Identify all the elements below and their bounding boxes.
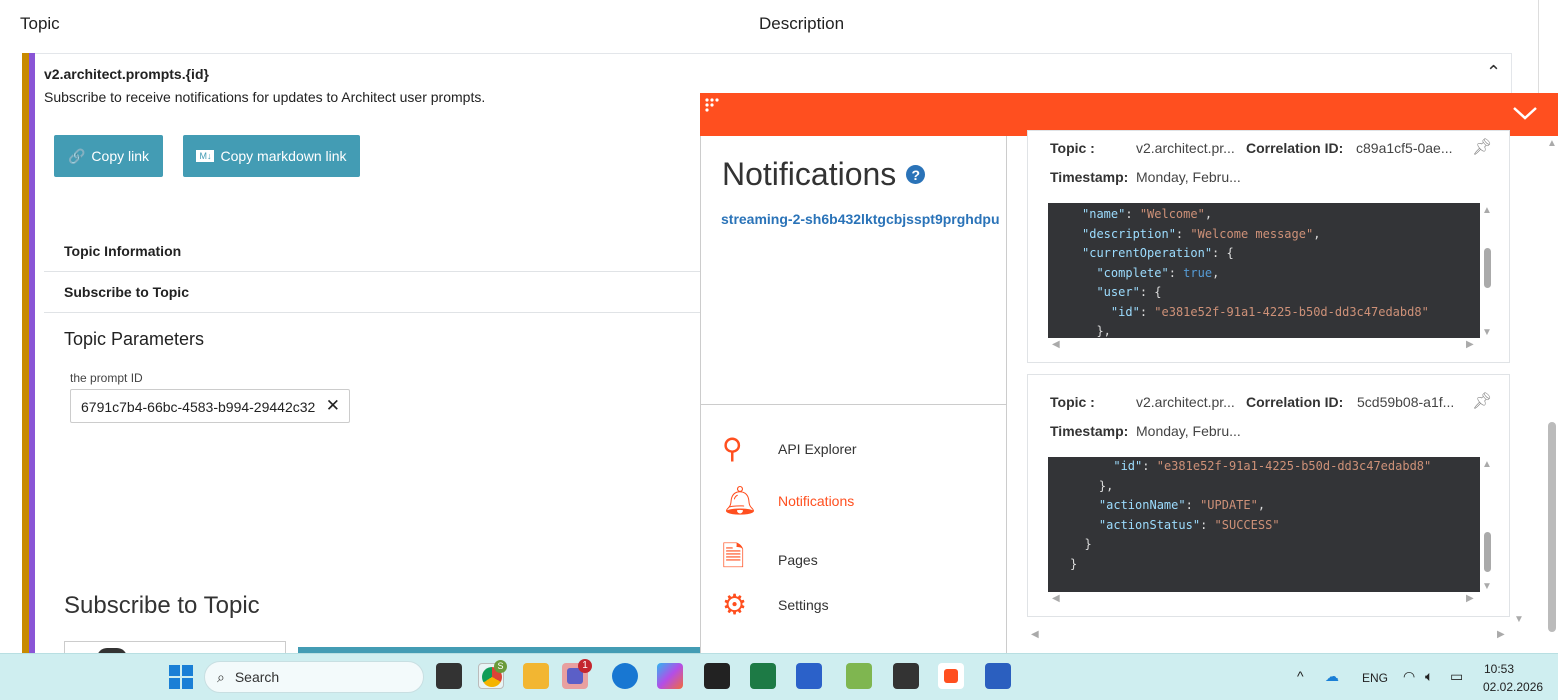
collapse-panel-icon[interactable] [1512, 105, 1538, 126]
list-scroll-right-icon[interactable]: ▶ [1497, 629, 1505, 640]
section-topic-information[interactable]: Topic Information [44, 231, 704, 272]
clear-icon[interactable]: ✕ [326, 396, 340, 416]
onedrive-icon[interactable]: ☁ [1325, 668, 1339, 685]
panel-title: Notifications [722, 156, 897, 192]
subscribe-title: Subscribe to Topic [64, 592, 260, 619]
accent-bar [22, 53, 29, 653]
chrome-icon[interactable]: S [478, 660, 507, 689]
pages-icon: 🗎 [722, 541, 745, 572]
volume-icon[interactable]: 🔈︎ [1425, 668, 1433, 685]
nav-api-explorer[interactable]: ⚲ API Explorer [722, 432, 857, 465]
copy-link-button[interactable]: 🔗 Copy link [54, 135, 163, 177]
timestamp-value: Monday, Febru... [1136, 423, 1241, 439]
json-viewer[interactable]: "id": "e381e52f-91a1-4225-b50d-dd3c47eda… [1048, 457, 1480, 592]
paint-icon[interactable] [846, 663, 872, 689]
section-subscribe-to-topic[interactable]: Subscribe to Topic [44, 272, 704, 313]
column-header-topic: Topic [20, 14, 60, 33]
scroll-left-icon[interactable]: ◀ [1052, 339, 1060, 350]
topic-label: Topic : [1050, 394, 1095, 410]
nav-notifications[interactable]: 🔔︎ Notifications [722, 484, 854, 517]
markdown-icon: M↓ [196, 150, 215, 162]
correlation-label: Correlation ID: [1246, 394, 1344, 410]
topic-value: v2.architect.pr... [1136, 140, 1235, 156]
scroll-left-icon[interactable]: ◀ [1052, 593, 1060, 604]
wifi-icon[interactable]: ◠ [1403, 668, 1415, 685]
m365-icon[interactable] [657, 663, 683, 689]
file-explorer-icon[interactable] [523, 663, 549, 689]
gear-icon: ⚙ [722, 589, 748, 620]
clock-date[interactable]: 02.02.2026 [1483, 680, 1543, 694]
topic-label: Topic : [1050, 140, 1095, 156]
link-icon: 🔗 [67, 147, 86, 164]
scroll-right-icon[interactable]: ▶ [1466, 339, 1474, 350]
prompt-id-input[interactable]: 6791c7b4-66bc-4583-b994-29442c32 ✕ [70, 389, 350, 423]
remote-desktop-icon[interactable] [985, 663, 1011, 689]
battery-icon[interactable]: ▭ [1450, 668, 1463, 685]
help-icon[interactable]: ? [906, 165, 926, 184]
timestamp-value: Monday, Febru... [1136, 169, 1241, 185]
tray-overflow-icon[interactable]: ^ [1297, 668, 1304, 684]
correlation-value: 5cd59b08-a1f... [1357, 394, 1455, 410]
api-explorer-icon: ⚲ [722, 433, 743, 464]
scroll-right-icon[interactable]: ▶ [1466, 593, 1474, 604]
task-view-icon[interactable] [436, 663, 462, 689]
terminal-icon[interactable] [893, 663, 919, 689]
topic-parameters-title: Topic Parameters [64, 329, 205, 349]
nav-settings[interactable]: ⚙ Settings [722, 588, 829, 621]
param-label: the prompt ID [70, 371, 143, 385]
list-scroll-down-icon[interactable]: ▼ [1514, 614, 1524, 625]
topic-name: v2.architect.prompts.{id} [44, 66, 209, 82]
json-viewer[interactable]: "name": "Welcome", "description": "Welco… [1048, 203, 1480, 338]
taskbar-search[interactable]: ⌕ Search [204, 661, 424, 693]
code-scrollbar[interactable]: ▲ ▼ [1482, 457, 1494, 592]
teams-badge: 1 [578, 659, 592, 673]
correlation-label: Correlation ID: [1246, 140, 1344, 156]
divider [701, 404, 1006, 405]
page-scroll-up-icon[interactable]: ▲ [1547, 138, 1557, 149]
nav-pages[interactable]: 🗎 Pages [722, 536, 818, 584]
timestamp-label: Timestamp: [1050, 169, 1129, 185]
page-scrollbar-thumb[interactable] [1548, 422, 1556, 632]
channel-id: streaming-2-sh6b432lktgcbjsspt9prghdpu [721, 211, 1000, 227]
genesys-app-icon[interactable] [938, 663, 964, 689]
list-scroll-left-icon[interactable]: ◀ [1031, 629, 1039, 640]
notification-card: Topic : v2.architect.pr... Correlation I… [1027, 374, 1510, 617]
sticky-notes-icon[interactable] [704, 663, 730, 689]
genesys-logo-icon [705, 98, 721, 114]
timestamp-label: Timestamp: [1050, 423, 1129, 439]
teams-icon[interactable]: 1 [562, 659, 592, 689]
clock-time[interactable]: 10:53 [1484, 662, 1514, 676]
windows-start-icon[interactable] [168, 664, 194, 690]
page-scrollbar-track [1538, 0, 1539, 93]
topic-description: Subscribe to receive notifications for u… [44, 89, 486, 105]
code-scrollbar[interactable]: ▲ ▼ [1482, 203, 1494, 338]
notification-card: Topic : v2.architect.pr... Correlation I… [1027, 130, 1510, 363]
topic-value: v2.architect.pr... [1136, 394, 1235, 410]
collapse-chevron-icon[interactable]: ⌃ [1486, 62, 1501, 83]
search-icon: ⌕ [217, 668, 225, 685]
copy-markdown-link-button[interactable]: M↓ Copy markdown link [183, 135, 360, 177]
outlook-icon[interactable] [612, 663, 638, 689]
pin-icon[interactable]: 📌︎ [1472, 391, 1492, 411]
column-header-description: Description [759, 14, 845, 33]
correlation-value: c89a1cf5-0ae... [1356, 140, 1453, 156]
language-indicator[interactable]: ENG [1362, 671, 1388, 685]
pin-icon[interactable]: 📌︎ [1472, 137, 1492, 157]
bell-icon: 🔔︎ [722, 485, 758, 516]
chrome-profile-badge: S [494, 660, 507, 673]
word-icon[interactable] [796, 663, 822, 689]
excel-icon[interactable] [750, 663, 776, 689]
accent-bar [29, 53, 35, 653]
